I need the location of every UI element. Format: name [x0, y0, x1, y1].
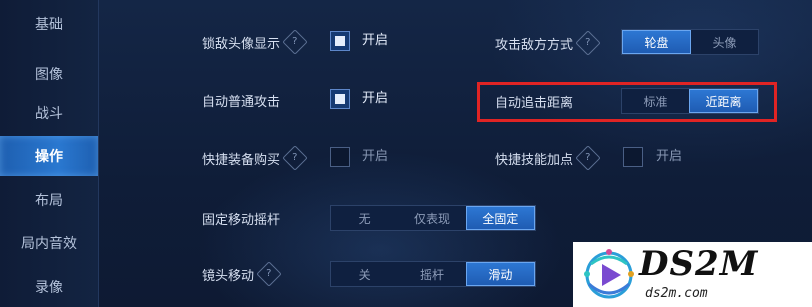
sidebar-item-controls[interactable]: 操作: [0, 136, 98, 176]
quick-buy-state: 开启: [362, 149, 389, 164]
attack-target-mode-option-wheel[interactable]: 轮盘: [622, 30, 691, 54]
help-icon[interactable]: ?: [575, 30, 601, 56]
lock-enemy-avatar-state: 开启: [362, 33, 389, 48]
auto-chase-distance-option-standard[interactable]: 标准: [622, 89, 689, 113]
quick-skill-upgrade-checkbox[interactable]: [623, 147, 643, 167]
quick-skill-upgrade-text: 快捷技能加点: [495, 152, 574, 168]
help-icon[interactable]: ?: [282, 29, 308, 55]
quick-buy-checkbox[interactable]: [330, 147, 350, 167]
sidebar-item-combat[interactable]: 战斗: [0, 93, 98, 133]
camera-move-option-swipe[interactable]: 滑动: [465, 262, 535, 286]
auto-basic-attack-state: 开启: [362, 91, 389, 106]
camera-move-option-off[interactable]: 关: [331, 262, 398, 286]
camera-move-label: 镜头移动 ?: [202, 261, 282, 287]
attack-target-mode-text: 攻击敌方方式: [495, 37, 574, 53]
attack-target-mode-option-avatar[interactable]: 头像: [691, 30, 758, 54]
sidebar-item-sound[interactable]: 局内音效: [0, 223, 98, 263]
auto-basic-attack-label: 自动普通攻击: [202, 90, 280, 110]
fixed-joystick-toggle: 无 仅表现 全固定: [330, 205, 536, 231]
watermark-logo-text: DS2M: [639, 244, 759, 284]
auto-chase-distance-option-close[interactable]: 近距离: [689, 89, 758, 113]
sidebar: 基础 图像 战斗 操作 布局 局内音效 录像: [0, 0, 99, 307]
attack-target-mode-toggle: 轮盘 头像: [621, 29, 759, 55]
lock-enemy-avatar-label: 锁敌头像显示 ?: [202, 29, 308, 55]
camera-move-option-joystick[interactable]: 摇杆: [398, 262, 465, 286]
help-icon[interactable]: ?: [256, 261, 282, 287]
quick-skill-upgrade-label: 快捷技能加点 ?: [495, 145, 601, 171]
fixed-joystick-text: 固定移动摇杆: [202, 212, 281, 228]
quick-skill-upgrade-state: 开启: [656, 149, 683, 164]
camera-move-text: 镜头移动: [202, 268, 255, 284]
watermark-url: ds2m.com: [645, 286, 708, 301]
watermark: DS2M ds2m.com: [573, 242, 812, 307]
fixed-joystick-option-none[interactable]: 无: [331, 206, 398, 230]
fixed-joystick-option-visual[interactable]: 仅表现: [398, 206, 465, 230]
sidebar-item-basic[interactable]: 基础: [0, 4, 98, 44]
auto-chase-distance-text: 自动追击距离: [495, 95, 574, 111]
sidebar-item-replay[interactable]: 录像: [0, 267, 98, 307]
auto-basic-attack-text: 自动普通攻击: [202, 94, 281, 110]
auto-chase-distance-toggle: 标准 近距离: [621, 88, 759, 114]
watermark-logo-icon: [584, 249, 634, 299]
quick-buy-label: 快捷装备购买 ?: [202, 145, 308, 171]
quick-buy-text: 快捷装备购买: [202, 152, 281, 168]
camera-move-toggle: 关 摇杆 滑动: [330, 261, 536, 287]
fixed-joystick-label: 固定移动摇杆: [202, 208, 280, 228]
sidebar-item-layout[interactable]: 布局: [0, 180, 98, 220]
help-icon[interactable]: ?: [282, 145, 308, 171]
sidebar-item-graphics[interactable]: 图像: [0, 54, 98, 94]
lock-enemy-avatar-text: 锁敌头像显示: [202, 36, 281, 52]
auto-basic-attack-checkbox[interactable]: [330, 89, 350, 109]
lock-enemy-avatar-checkbox[interactable]: [330, 31, 350, 51]
auto-chase-distance-label: 自动追击距离: [495, 91, 573, 111]
attack-target-mode-label: 攻击敌方方式 ?: [495, 30, 601, 56]
fixed-joystick-option-full[interactable]: 全固定: [465, 206, 535, 230]
help-icon[interactable]: ?: [575, 145, 601, 171]
